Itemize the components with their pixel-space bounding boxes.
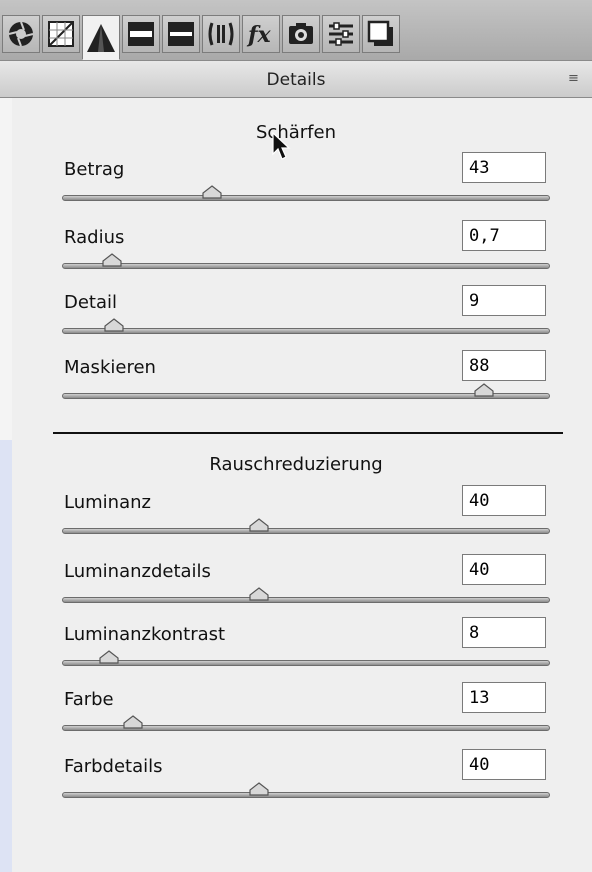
- masking-label: Maskieren: [64, 357, 156, 378]
- presets-icon: [329, 22, 353, 46]
- detail-slider-track[interactable]: [62, 328, 550, 334]
- svg-text:fx: fx: [246, 22, 271, 48]
- amount-slider-track[interactable]: [62, 195, 550, 201]
- masking-value-field[interactable]: 88: [462, 350, 546, 381]
- luminance-contrast-value-field[interactable]: 8: [462, 617, 546, 648]
- masking-slider-thumb[interactable]: [473, 383, 495, 398]
- radius-slider-track[interactable]: [62, 263, 550, 269]
- camera-calibration-icon: [289, 23, 313, 44]
- tone-curve-icon: [48, 21, 74, 47]
- radius-slider-thumb[interactable]: [101, 253, 123, 268]
- mouse-cursor-icon: [272, 132, 291, 160]
- section-divider: [53, 432, 563, 434]
- color-slider-thumb[interactable]: [122, 715, 144, 730]
- amount-label: Betrag: [64, 159, 125, 180]
- section-title-sharpening: Schärfen: [256, 122, 336, 143]
- luminance-contrast-slider-thumb[interactable]: [98, 650, 120, 665]
- luminance-label: Luminanz: [64, 492, 151, 513]
- luminance-contrast-label: Luminanzkontrast: [64, 624, 226, 645]
- color-value-field[interactable]: 13: [462, 682, 546, 713]
- detail-label: Detail: [64, 292, 118, 313]
- amount-value-field[interactable]: 43: [462, 152, 546, 183]
- radius-label: Radius: [64, 227, 125, 248]
- luminance-slider-track[interactable]: [62, 528, 550, 534]
- snapshots-icon: [367, 20, 393, 46]
- panel-menu-icon[interactable]: ≡: [568, 71, 592, 87]
- tab-hsl[interactable]: [122, 15, 160, 53]
- hsl-grayscale-icon: [128, 22, 154, 46]
- panel-title: Details: [266, 70, 326, 90]
- color-detail-slider-track[interactable]: [62, 792, 550, 798]
- luminance-contrast-slider-track[interactable]: [62, 660, 550, 666]
- tab-detail[interactable]: [82, 15, 120, 60]
- color-detail-value-field[interactable]: 40: [462, 749, 546, 780]
- panel-header: Details ≡: [0, 60, 592, 98]
- tab-basic[interactable]: [2, 15, 40, 53]
- luminance-detail-value-field[interactable]: 40: [462, 554, 546, 585]
- color-detail-slider-thumb[interactable]: [248, 782, 270, 797]
- fx-icon: fx: [246, 22, 271, 48]
- tab-tone-curve[interactable]: [42, 15, 80, 53]
- tab-presets[interactable]: [322, 15, 360, 53]
- tab-lens-corrections[interactable]: [202, 15, 240, 53]
- color-detail-label: Farbdetails: [64, 756, 163, 777]
- tab-effects[interactable]: fx: [242, 15, 280, 53]
- detail-slider-thumb[interactable]: [103, 318, 125, 333]
- tab-split-toning[interactable]: [162, 15, 200, 53]
- panel-tab-bar: fx: [0, 0, 592, 60]
- luminance-detail-label: Luminanzdetails: [64, 561, 211, 582]
- left-edge-highlight: [0, 440, 12, 872]
- tab-camera-calibration[interactable]: [282, 15, 320, 53]
- section-title-noise-reduction: Rauschreduzierung: [209, 454, 383, 475]
- luminance-detail-slider-thumb[interactable]: [248, 587, 270, 602]
- aperture-icon: [8, 21, 34, 47]
- split-toning-icon: [168, 22, 194, 46]
- lens-corrections-icon: [208, 22, 234, 46]
- detail-value-field[interactable]: 9: [462, 285, 546, 316]
- detail-triangle-icon: [87, 23, 115, 52]
- tab-snapshots[interactable]: [362, 15, 400, 53]
- luminance-slider-thumb[interactable]: [248, 518, 270, 533]
- radius-value-field[interactable]: 0,7: [462, 220, 546, 251]
- color-label: Farbe: [64, 689, 114, 710]
- amount-slider-thumb[interactable]: [201, 185, 223, 200]
- luminance-detail-slider-track[interactable]: [62, 597, 550, 603]
- luminance-value-field[interactable]: 40: [462, 485, 546, 516]
